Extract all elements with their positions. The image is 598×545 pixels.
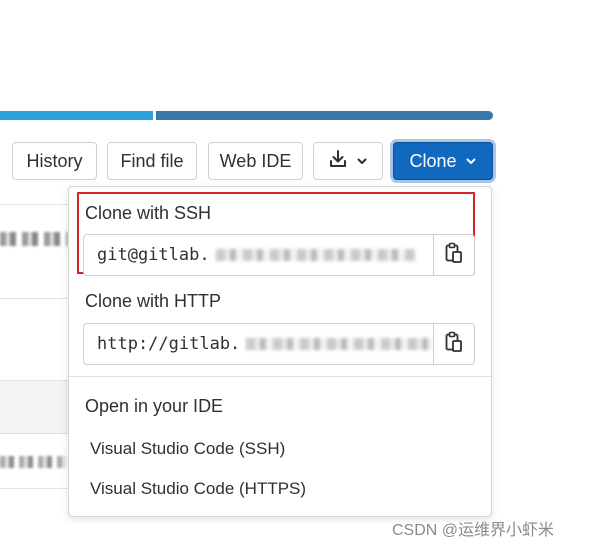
- clone-button[interactable]: Clone: [393, 142, 493, 180]
- open-in-ide-title: Open in your IDE: [85, 396, 224, 416]
- download-dropdown-button[interactable]: [313, 142, 383, 180]
- chevron-down-icon: [356, 151, 368, 172]
- clone-ssh-title: Clone with SSH: [85, 203, 212, 223]
- blurred-url-remainder: [246, 338, 433, 350]
- ssh-url-field[interactable]: git@gitlab.: [83, 234, 475, 276]
- http-url-text[interactable]: http://gitlab.: [84, 324, 434, 364]
- clone-http-title: Clone with HTTP: [85, 291, 222, 311]
- web-ide-button[interactable]: Web IDE: [208, 142, 303, 180]
- find-file-button[interactable]: Find file: [107, 142, 197, 180]
- clone-dropdown-menu: Clone with SSH git@gitlab. Clone with HT…: [68, 186, 492, 517]
- clone-button-label: Clone: [409, 150, 457, 171]
- copy-ssh-url-button[interactable]: [434, 235, 474, 275]
- blurred-url-remainder: [215, 249, 416, 261]
- row-divider: [0, 298, 68, 299]
- blurred-file-name: [0, 232, 68, 246]
- http-url-prefix: http://gitlab.: [97, 334, 241, 354]
- blurred-commit-text: [0, 456, 66, 468]
- history-button[interactable]: History: [12, 142, 97, 180]
- ide-item-vscode-ssh[interactable]: Visual Studio Code (SSH): [90, 439, 285, 459]
- ide-item-vscode-https[interactable]: Visual Studio Code (HTTPS): [90, 479, 306, 499]
- row-divider: [0, 488, 68, 489]
- copy-to-clipboard-icon: [445, 242, 463, 269]
- download-icon: [328, 149, 348, 174]
- chevron-down-icon: [465, 151, 477, 172]
- copy-to-clipboard-icon: [445, 331, 463, 358]
- ssh-url-text[interactable]: git@gitlab.: [84, 235, 434, 275]
- row-divider: [0, 204, 68, 205]
- ssh-url-prefix: git@gitlab.: [97, 245, 210, 265]
- copy-http-url-button[interactable]: [434, 324, 474, 364]
- language-segment-2: [156, 111, 493, 120]
- repository-language-bar: [0, 111, 493, 120]
- language-segment-1: [0, 111, 153, 120]
- http-url-field[interactable]: http://gitlab.: [83, 323, 475, 365]
- dropdown-divider: [69, 376, 491, 377]
- table-header-band: [0, 380, 68, 434]
- watermark-text: CSDN @运维界小虾米: [392, 522, 555, 539]
